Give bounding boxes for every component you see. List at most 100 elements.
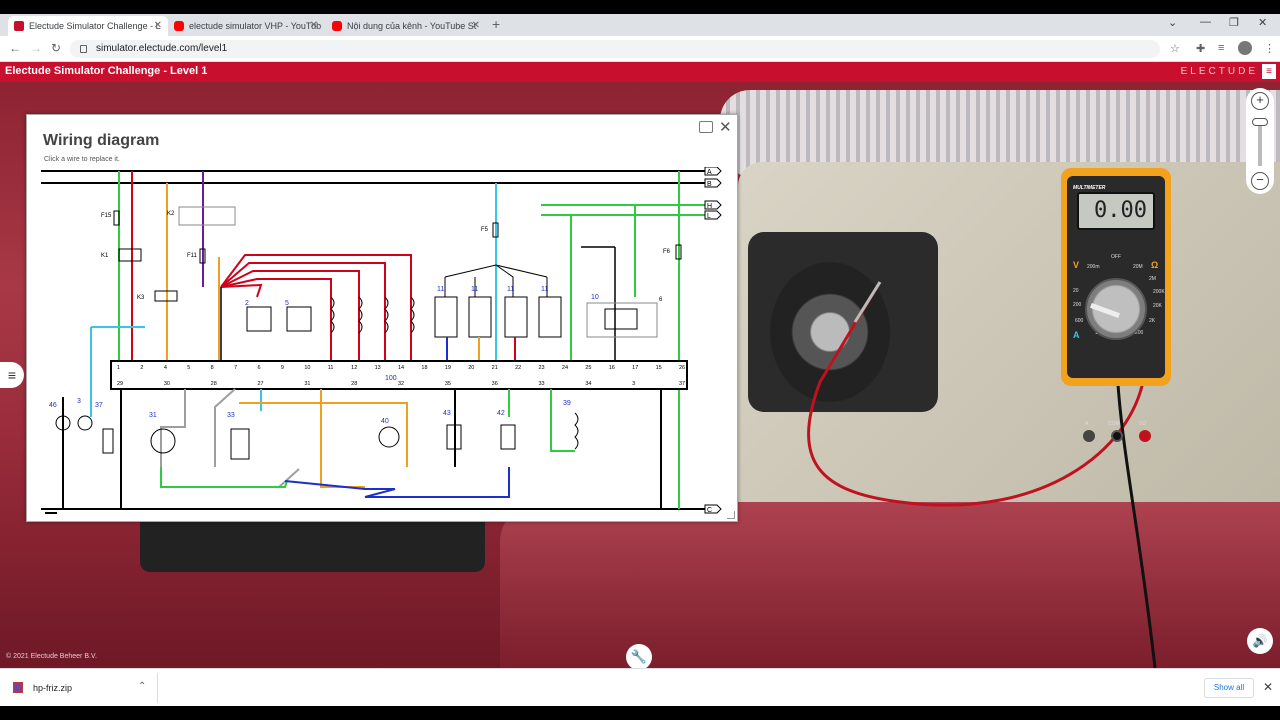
pin-bottom-37: 37 (679, 381, 685, 387)
multimeter[interactable]: MULTIMETER 0.00 OFF 200m 20M 2M 200K 20K… (1061, 168, 1171, 442)
label-k3: K3 (137, 295, 145, 301)
label-k2: K2 (167, 211, 175, 217)
comp-label-33: 33 (227, 412, 235, 419)
range-200m: 200m (1087, 264, 1100, 270)
jack-a[interactable] (1083, 430, 1095, 442)
pin-top-26: 26 (679, 365, 685, 371)
url-field[interactable]: simulator.electude.com/level1 (70, 40, 1160, 58)
range-200k: 200K (1153, 289, 1165, 295)
zoom-out-icon[interactable]: − (1251, 172, 1269, 190)
close-download-bar-icon[interactable]: ✕ (1263, 680, 1273, 694)
tab-electude[interactable]: Electude Simulator Challenge - L ✕ (8, 16, 168, 36)
pin-top-17: 17 (632, 365, 638, 371)
pin-top-16: 16 (609, 365, 615, 371)
comp-label-43: 43 (443, 410, 451, 417)
minimize-icon[interactable]: — (1200, 16, 1211, 28)
lock-icon (80, 45, 87, 53)
pin-top-21: 21 (492, 365, 498, 371)
top-components (246, 296, 658, 338)
comp-label-5: 5 (285, 300, 289, 307)
rotary-dial[interactable] (1085, 278, 1147, 340)
reload-icon[interactable]: ↻ (51, 41, 61, 55)
chevron-up-icon[interactable]: ⌃ (138, 681, 146, 692)
youtube-favicon-icon (332, 21, 342, 31)
pin-top-11: 11 (328, 365, 334, 371)
forward-icon[interactable]: → (30, 41, 42, 55)
tools-wrench-icon[interactable]: 🔧 (626, 644, 652, 668)
comp-label-11d: 11 (541, 286, 548, 293)
dialog-subtitle: Click a wire to replace it. (44, 156, 120, 163)
brand-logo: ELECTUDE (1180, 66, 1258, 77)
pin-top-19: 19 (445, 365, 451, 371)
pin-top-1: 1 (117, 365, 120, 371)
range-200v: 200 (1073, 302, 1082, 308)
extensions-icon[interactable]: ✚ (1196, 42, 1205, 55)
multimeter-label: MULTIMETER (1073, 185, 1106, 191)
comp-label-40: 40 (381, 418, 389, 425)
media-control-icon[interactable]: ≡ (1218, 42, 1224, 54)
bus-tag-h: H (704, 200, 722, 210)
zoom-slider-handle[interactable] (1252, 118, 1268, 126)
pin-bottom-36: 36 (492, 381, 498, 387)
wiring-diagram[interactable]: A B H L C F15 F11 F5 F6 K1 K2 K3 2 5 11 … (35, 167, 735, 517)
dialog-title: Wiring diagram (43, 132, 160, 149)
profile-avatar[interactable] (1238, 41, 1252, 55)
tab-title: electude simulator VHP - YouTub (189, 21, 322, 31)
wire-red-fan (220, 254, 412, 363)
pin-top-25: 25 (585, 365, 591, 371)
tab-bar: Electude Simulator Challenge - L ✕ elect… (0, 14, 1280, 36)
comp-label-46: 46 (49, 402, 57, 409)
comp-label-6: 6 (659, 297, 663, 303)
screen: Electude Simulator Challenge - L ✕ elect… (0, 0, 1280, 720)
black-probe-lead (1115, 366, 1157, 668)
electude-favicon-icon (14, 21, 24, 31)
bookmark-star-icon[interactable]: ☆ (1170, 42, 1180, 55)
jack-com[interactable] (1111, 430, 1123, 442)
show-all-button[interactable]: Show all (1204, 678, 1254, 698)
zoom-slider-track[interactable] (1258, 122, 1262, 166)
unit-amp: A (1073, 330, 1080, 340)
app-menu-icon[interactable]: ≡ (1262, 64, 1276, 79)
bus-label-b: B (707, 181, 712, 188)
resize-handle[interactable] (727, 511, 735, 519)
download-filename[interactable]: hp-friz.zip (33, 683, 72, 693)
label-f15: F15 (101, 213, 112, 219)
comp-label-10: 10 (591, 294, 599, 301)
tab-youtube-2[interactable]: Nội dung của kênh - YouTube St ✕ (326, 16, 486, 36)
range-20: 20 (1073, 288, 1079, 294)
back-icon[interactable]: ← (9, 41, 21, 55)
close-tab-icon[interactable]: ✕ (310, 20, 318, 31)
jack-vohm[interactable] (1139, 430, 1151, 442)
new-tab-button[interactable]: + (492, 16, 500, 32)
pin-bottom-3: 3 (632, 381, 635, 387)
download-bar: hp-friz.zip ⌃ Show all ✕ (0, 668, 1280, 706)
pin-top-8: 8 (211, 365, 214, 371)
app-title: Electude Simulator Challenge - Level 1 (5, 65, 208, 77)
zoom-control: + − (1246, 88, 1274, 194)
jack-label-vohm: VΩ (1139, 421, 1147, 427)
wiring-diagram-dialog: Wiring diagram Click a wire to replace i… (26, 114, 738, 522)
close-tab-icon[interactable]: ✕ (154, 20, 162, 31)
comp-label-42: 42 (497, 410, 505, 417)
sound-icon[interactable]: 🔊 (1247, 628, 1273, 654)
tab-youtube-1[interactable]: electude simulator VHP - YouTub ✕ (168, 16, 324, 36)
close-window-icon[interactable]: ✕ (1258, 16, 1267, 29)
close-tab-icon[interactable]: ✕ (472, 20, 480, 31)
range-2k: 2K (1149, 318, 1156, 324)
tab-search-icon[interactable]: ⌄ (1168, 16, 1177, 29)
bus-tag-a: A (704, 167, 722, 176)
pin-bottom-33: 33 (539, 381, 545, 387)
browser-menu-icon[interactable]: ⋮ (1264, 42, 1275, 55)
pin-bottom-27: 27 (258, 381, 264, 387)
pin-top-9: 9 (281, 365, 284, 371)
pin-bottom-34: 34 (585, 381, 591, 387)
close-icon[interactable]: ✕ (719, 118, 732, 136)
label-f11: F11 (187, 253, 198, 259)
print-icon[interactable] (699, 121, 713, 133)
bus-tag-c: C (704, 504, 722, 514)
pin-top-6: 6 (258, 365, 261, 371)
zoom-in-icon[interactable]: + (1251, 92, 1269, 110)
maximize-icon[interactable]: ❐ (1229, 16, 1239, 29)
youtube-favicon-icon (174, 21, 184, 31)
pin-top-2: 2 (140, 365, 143, 371)
